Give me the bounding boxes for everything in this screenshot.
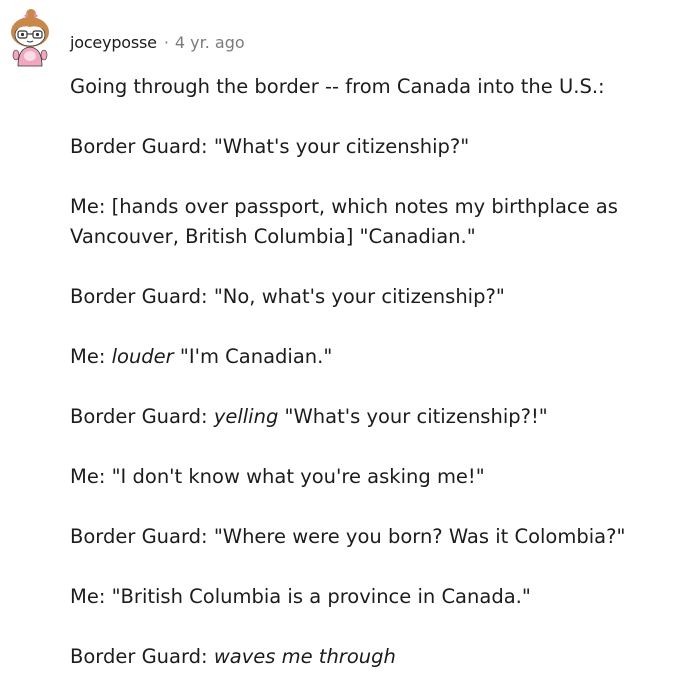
- comment-paragraph: Me: "British Columbia is a province in C…: [70, 585, 531, 608]
- author-username[interactable]: joceyposse: [70, 33, 157, 52]
- comment-paragraph: Border Guard: waves me through: [70, 645, 396, 668]
- comment-paragraph: Border Guard: yelling "What's your citiz…: [70, 405, 548, 428]
- comment-header: joceyposse · 4 yr. ago: [70, 30, 245, 54]
- meta-separator: ·: [163, 32, 169, 52]
- comment-paragraph: Border Guard: "Where were you born? Was …: [70, 525, 626, 548]
- comment-paragraph: Border Guard: "What's your citizenship?": [70, 135, 470, 158]
- comment-timestamp[interactable]: 4 yr. ago: [175, 33, 245, 52]
- comment-paragraph: Border Guard: "No, what's your citizensh…: [70, 285, 505, 308]
- comment-paragraph: Going through the border -- from Canada …: [70, 75, 605, 98]
- snoo-avatar-icon: [11, 9, 49, 67]
- comment-paragraph: Me: "I don't know what you're asking me!…: [70, 465, 485, 488]
- comment-body: Going through the border -- from Canada …: [70, 72, 695, 672]
- comment-paragraph: Me: louder "I'm Canadian.": [70, 345, 333, 368]
- comment-paragraph: Me: [hands over passport, which notes my…: [70, 195, 618, 248]
- avatar[interactable]: [8, 8, 52, 68]
- comment: joceyposse · 4 yr. ago Going through the…: [0, 0, 700, 684]
